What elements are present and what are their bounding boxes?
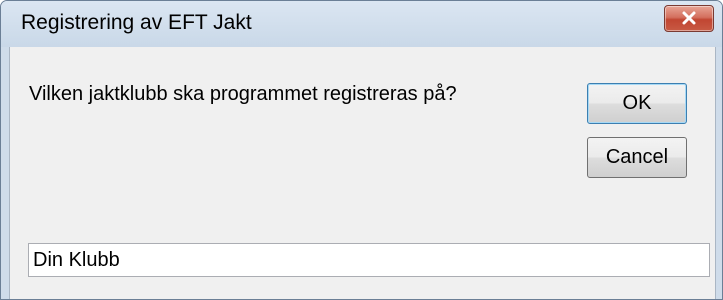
club-name-input[interactable] [28, 243, 710, 277]
ok-button[interactable]: OK [587, 83, 687, 124]
prompt-label: Vilken jaktklubb ska programmet registre… [29, 83, 457, 105]
cancel-button[interactable]: Cancel [587, 137, 687, 178]
title-bar[interactable]: Registrering av EFT Jakt [1, 1, 722, 47]
window-title: Registrering av EFT Jakt [21, 11, 252, 34]
close-button[interactable] [664, 5, 714, 32]
close-icon [682, 11, 696, 25]
